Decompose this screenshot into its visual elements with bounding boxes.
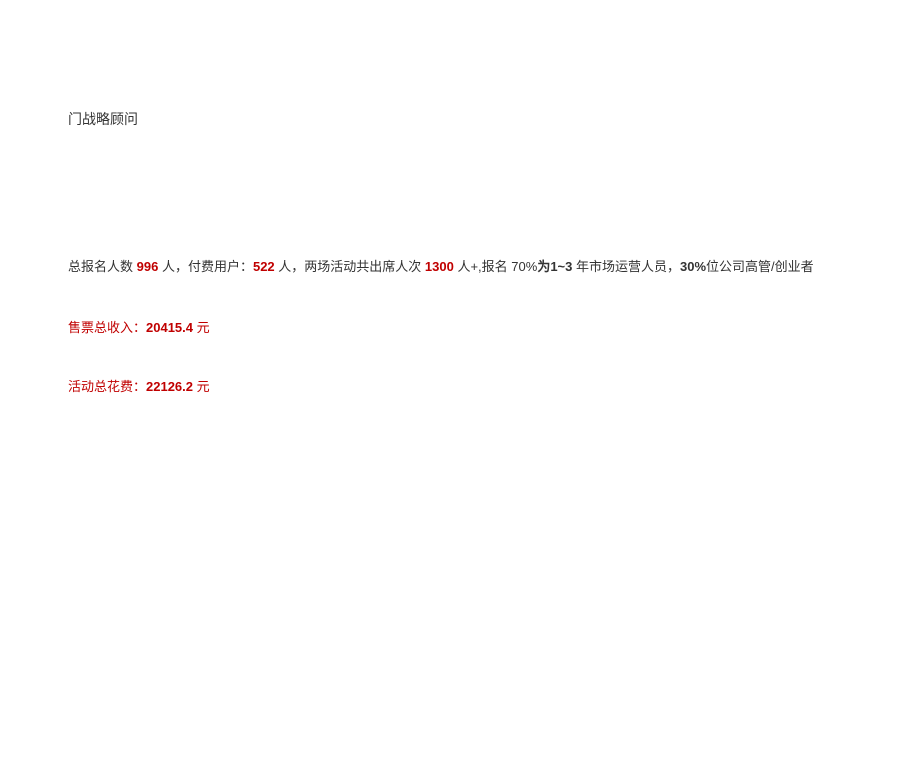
stats-pct1-suffix: 年市场运营人员， (572, 259, 680, 274)
stats-attendance-suffix: 人+,报名 (454, 259, 511, 274)
stats-pct2-value: 30% (680, 259, 706, 274)
expense-value: 22126.2 (146, 379, 193, 394)
expense-unit: 元 (193, 379, 210, 394)
document-title-fragment: 门战略顾问 (68, 108, 852, 130)
income-line: 售票总收入：20415.4 元 (68, 318, 852, 339)
title-text: 门战略顾问 (68, 111, 138, 127)
stats-prefix-attendance: ，两场活动共出席人次 (291, 259, 425, 274)
stats-unit-people2: 人 (275, 259, 292, 274)
expense-label: 活动总花费： (68, 379, 146, 394)
stats-pct1-label: 为 (537, 259, 550, 274)
stats-prefix-signup: 总报名人数 (68, 259, 137, 274)
stats-pct2-suffix: 位公司高管/创业者 (706, 259, 814, 274)
stats-prefix-paid: ，付费用户： (175, 259, 253, 274)
income-label: 售票总收入： (68, 320, 146, 335)
stats-paid-users-value: 522 (253, 259, 275, 274)
stats-attendance-value: 1300 (425, 259, 454, 274)
stats-summary-line: 总报名人数 996 人，付费用户：522 人，两场活动共出席人次 1300 人+… (68, 257, 852, 278)
stats-total-signup-value: 996 (137, 259, 159, 274)
expense-line: 活动总花费：22126.2 元 (68, 377, 852, 398)
stats-pct1-prefix: 70% (511, 259, 537, 274)
income-unit: 元 (193, 320, 210, 335)
stats-unit-people1: 人 (158, 259, 175, 274)
income-value: 20415.4 (146, 320, 193, 335)
stats-years-value: 1~3 (550, 259, 572, 274)
